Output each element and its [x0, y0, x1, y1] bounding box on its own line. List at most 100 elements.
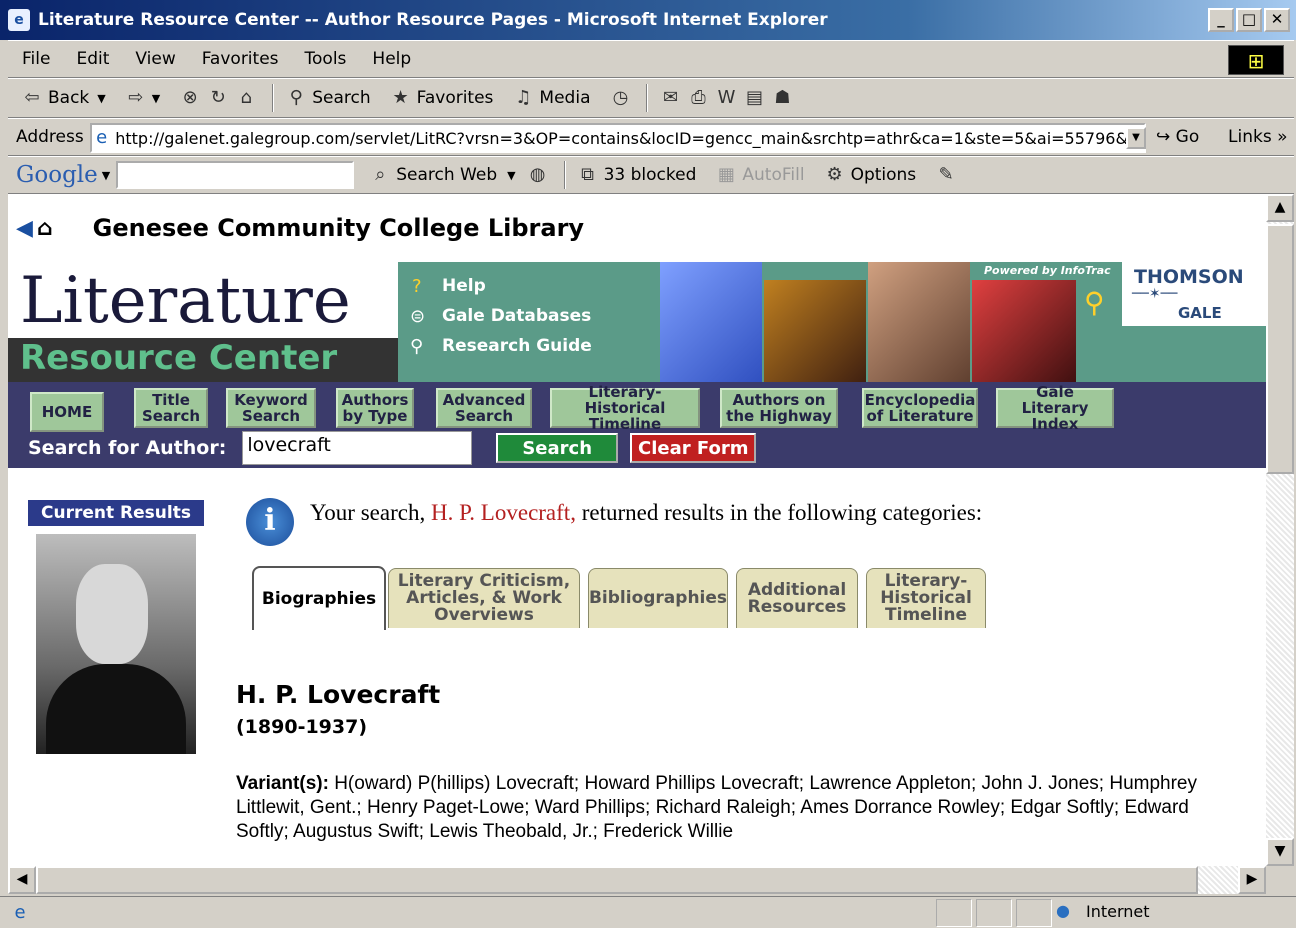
library-name: Genesee Community College Library: [92, 214, 585, 242]
nav-literary-historical-timeline[interactable]: Literary-Historical Timeline: [550, 384, 700, 432]
menu-view[interactable]: View: [135, 49, 175, 69]
research-guide-link[interactable]: Research Guide: [442, 336, 592, 356]
horizontal-scrollbar[interactable]: ◀ ▶: [8, 866, 1266, 894]
mail-icon[interactable]: ✉: [658, 86, 682, 110]
chevron-down-icon[interactable]: ▼: [507, 169, 515, 182]
author-portrait-4: [972, 280, 1076, 382]
forward-button[interactable]: ⇨ ▼: [124, 86, 160, 110]
search-button[interactable]: ⚲ Search: [284, 86, 371, 110]
infotrac-icon: ⚲: [1084, 286, 1105, 319]
status-pane: [936, 899, 972, 927]
page-icon: e: [96, 127, 108, 148]
library-header: ◀ ⌂ Genesee Community College Library: [8, 194, 1266, 262]
current-results-label: Current Results: [28, 500, 204, 526]
menu-help[interactable]: Help: [372, 49, 411, 69]
tab-bibliographies[interactable]: Bibliographies: [588, 568, 728, 628]
horizontal-scroll-thumb[interactable]: [36, 866, 1198, 894]
toolbar-separator: [563, 161, 566, 189]
nav-authors-by-type[interactable]: Authors by Type: [336, 388, 414, 428]
options-button[interactable]: Options: [851, 165, 917, 185]
nav-keyword-search[interactable]: Keyword Search: [226, 388, 316, 428]
author-portrait-1: [660, 262, 762, 382]
refresh-icon[interactable]: ↻: [206, 86, 230, 110]
address-label: Address: [16, 127, 84, 147]
google-logo[interactable]: Google: [16, 162, 98, 188]
tab-biographies[interactable]: Biographies: [252, 566, 386, 630]
menu-bar: File Edit View Favorites Tools Help ⊞: [8, 40, 1294, 78]
status-bar: e ● Internet: [0, 896, 1296, 928]
search-button[interactable]: Search: [496, 433, 619, 463]
autofill-button[interactable]: AutoFill: [742, 165, 804, 185]
vertical-scrollbar[interactable]: ▲ ▼: [1266, 194, 1294, 866]
search-web-button[interactable]: Search Web: [396, 165, 497, 185]
clear-form-button[interactable]: Clear Form: [630, 433, 757, 463]
nav-encyclopedia-of-literature[interactable]: Encyclopedia of Literature: [862, 388, 978, 428]
address-input[interactable]: e http://galenet.galegroup.com/servlet/L…: [90, 123, 1146, 153]
pagerank-icon[interactable]: ◍: [526, 163, 550, 187]
tab-literary-criticism[interactable]: Literary Criticism, Articles, & Work Ove…: [388, 568, 580, 628]
favorites-icon: ★: [392, 87, 409, 108]
chevron-down-icon[interactable]: ▼: [102, 169, 110, 182]
thomson-gale-logo[interactable]: THOMSON ──✶── GALE: [1122, 262, 1266, 326]
print-icon[interactable]: ⎙: [686, 86, 710, 110]
vertical-scroll-thumb[interactable]: [1266, 224, 1294, 474]
favorites-button[interactable]: ★ Favorites: [389, 86, 494, 110]
edit-icon[interactable]: W: [714, 86, 738, 110]
help-link[interactable]: Help: [442, 276, 486, 296]
chevron-down-icon[interactable]: ▼: [97, 92, 105, 105]
tab-additional-resources[interactable]: Additional Resources: [736, 568, 858, 628]
media-button[interactable]: ♫ Media: [511, 86, 590, 110]
tab-literary-historical-timeline[interactable]: Literary-Historical Timeline: [866, 568, 986, 628]
highlight-pen-icon[interactable]: ✎: [934, 163, 958, 187]
author-search-form: Search for Author: lovecraft Search Clea…: [28, 431, 768, 465]
menu-favorites[interactable]: Favorites: [202, 49, 279, 69]
scroll-left-icon[interactable]: ◀: [8, 866, 36, 894]
status-pane: [1016, 899, 1052, 927]
page-status-icon: e: [14, 901, 26, 923]
discuss-icon[interactable]: ▤: [742, 86, 766, 110]
forward-arrow-icon: ⇨: [128, 87, 144, 108]
author-dates: (1890-1937): [236, 716, 368, 738]
menu-tools[interactable]: Tools: [305, 49, 347, 69]
windows-logo-icon: ⊞: [1228, 45, 1284, 75]
media-icon: ♫: [515, 87, 532, 108]
variants-label: Variant(s):: [236, 773, 329, 794]
google-search-input[interactable]: [116, 161, 355, 189]
lrc-logo[interactable]: Literature Resource Center: [8, 262, 398, 382]
internet-globe-icon: ●: [1056, 901, 1070, 920]
scroll-down-icon[interactable]: ▼: [1266, 838, 1294, 866]
minimize-button[interactable]: _: [1208, 8, 1234, 32]
links-button[interactable]: Links »: [1228, 127, 1287, 147]
back-triangle-icon[interactable]: ◀: [16, 216, 33, 241]
scroll-up-icon[interactable]: ▲: [1266, 194, 1294, 222]
info-icon: i: [246, 498, 294, 546]
variants-text: H(oward) P(hillips) Lovecraft; Howard Ph…: [236, 773, 1197, 842]
library-building-icon[interactable]: ⌂: [37, 216, 53, 241]
database-icon: ⊜: [410, 306, 426, 327]
chevron-down-icon[interactable]: ▼: [152, 92, 160, 105]
nav-home[interactable]: HOME: [30, 392, 104, 432]
nav-authors-on-the-highway[interactable]: Authors on the Highway: [720, 388, 838, 428]
go-button[interactable]: ↪ Go: [1156, 127, 1199, 147]
back-button[interactable]: ⇦ Back ▼: [20, 86, 105, 110]
search-term: H. P. Lovecraft,: [430, 500, 576, 525]
nav-gale-literary-index[interactable]: Gale Literary Index: [996, 384, 1114, 432]
nav-advanced-search[interactable]: Advanced Search: [436, 388, 532, 428]
scroll-right-icon[interactable]: ▶: [1238, 866, 1266, 894]
popup-blocker-icon: ⧉: [581, 164, 594, 185]
history-icon[interactable]: ◷: [608, 86, 632, 110]
stop-icon[interactable]: ⊗: [178, 86, 202, 110]
messenger-icon[interactable]: ☗: [770, 86, 794, 110]
menu-file[interactable]: File: [22, 49, 50, 69]
menu-edit[interactable]: Edit: [76, 49, 109, 69]
author-search-input[interactable]: lovecraft: [242, 431, 473, 465]
gale-databases-link[interactable]: Gale Databases: [442, 306, 591, 326]
close-button[interactable]: ✕: [1264, 8, 1290, 32]
back-arrow-icon: ⇦: [24, 87, 40, 108]
main-navigation: HOME Title Search Keyword Search Authors…: [8, 382, 1266, 468]
maximize-button[interactable]: □: [1236, 8, 1262, 32]
popup-blocked-button[interactable]: 33 blocked: [604, 165, 697, 185]
address-dropdown-icon[interactable]: ▼: [1126, 127, 1146, 149]
nav-title-search[interactable]: Title Search: [134, 388, 208, 428]
home-icon[interactable]: ⌂: [234, 86, 258, 110]
